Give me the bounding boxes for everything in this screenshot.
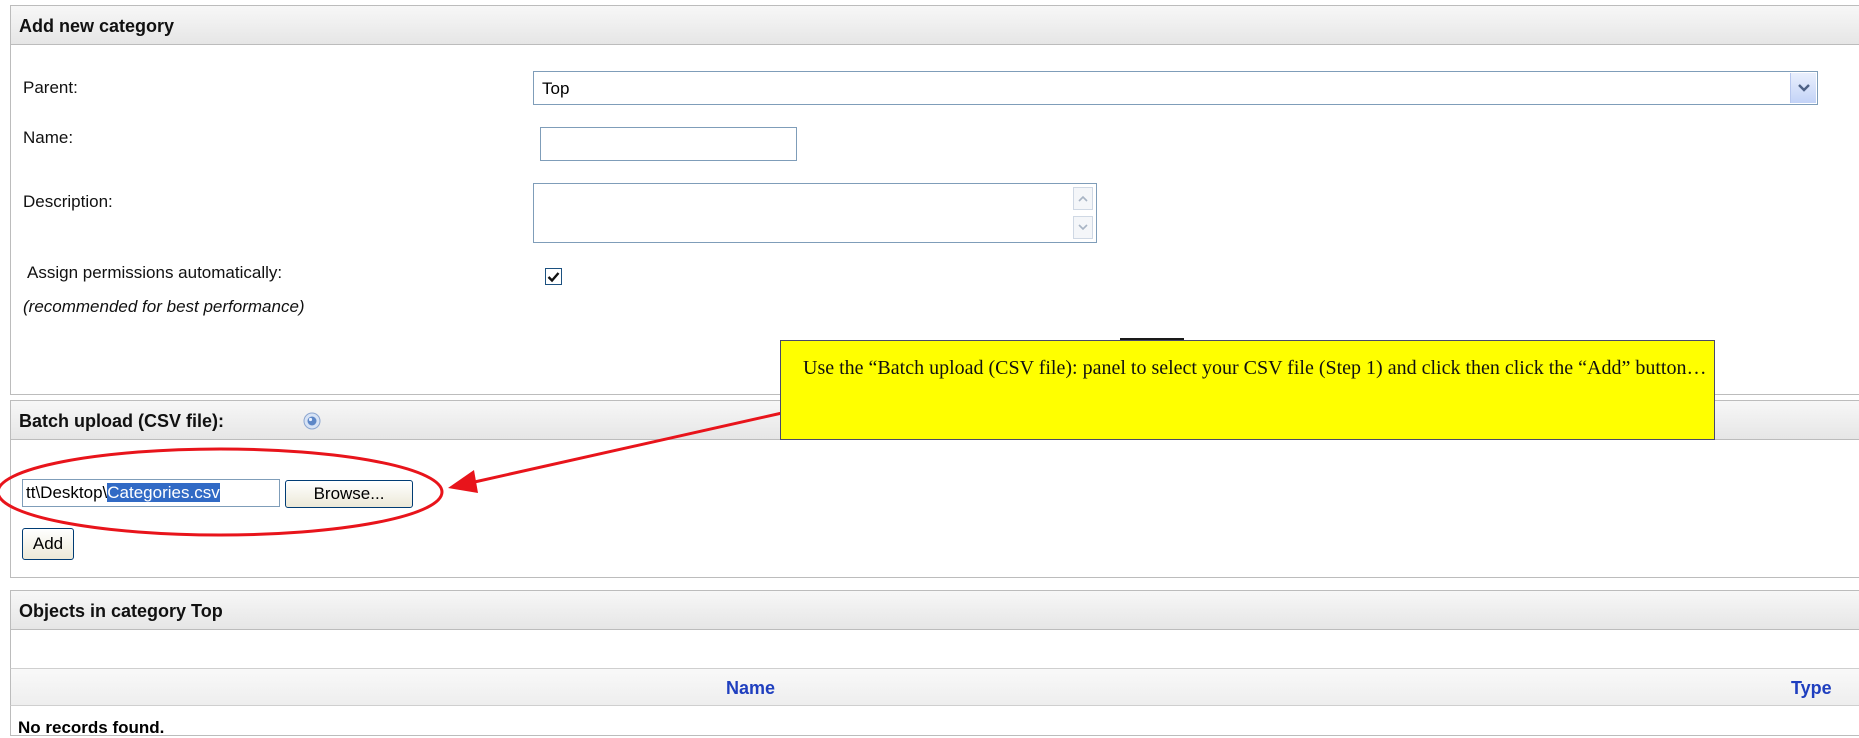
chevron-down-icon[interactable] <box>1790 73 1816 103</box>
help-icon[interactable] <box>303 412 321 430</box>
column-header-type[interactable]: Type <box>1791 678 1832 699</box>
name-label: Name: <box>23 128 74 147</box>
empty-table-message: No records found. <box>18 718 165 737</box>
batch-upload-body <box>10 440 1859 578</box>
name-input[interactable] <box>540 127 797 161</box>
description-label: Description: <box>23 192 113 211</box>
add-button[interactable]: Add <box>22 528 74 560</box>
assign-permissions-note: (recommended for best performance) <box>23 297 305 316</box>
column-header-name[interactable]: Name <box>726 678 775 699</box>
instruction-callout: Use the “Batch upload (CSV file): panel … <box>780 340 1715 440</box>
batch-upload-title: Batch upload (CSV file): <box>19 411 225 431</box>
checkmark-icon <box>547 271 560 282</box>
browse-button[interactable]: Browse... <box>285 480 413 508</box>
objects-title: Objects in category Top <box>19 601 223 621</box>
scroll-up-icon[interactable] <box>1073 187 1093 210</box>
parent-select[interactable]: Top <box>533 71 1818 105</box>
add-category-title: Add new category <box>19 16 175 36</box>
file-path-selected: Categories.csv <box>107 483 220 502</box>
parent-label: Parent: <box>23 78 78 97</box>
assign-permissions-label: Assign permissions automatically: <box>27 263 283 282</box>
assign-permissions-checkbox[interactable] <box>545 268 562 285</box>
description-textarea[interactable] <box>533 183 1097 243</box>
add-category-header: Add new category <box>10 5 1859 45</box>
parent-select-value: Top <box>542 79 570 98</box>
file-path-prefix: tt\Desktop\ <box>26 483 108 502</box>
objects-table-header: Name Type <box>10 668 1859 706</box>
csv-file-input[interactable]: tt\Desktop\Categories.csv <box>22 479 280 507</box>
scroll-down-icon[interactable] <box>1073 216 1093 239</box>
objects-header: Objects in category Top <box>10 590 1859 630</box>
